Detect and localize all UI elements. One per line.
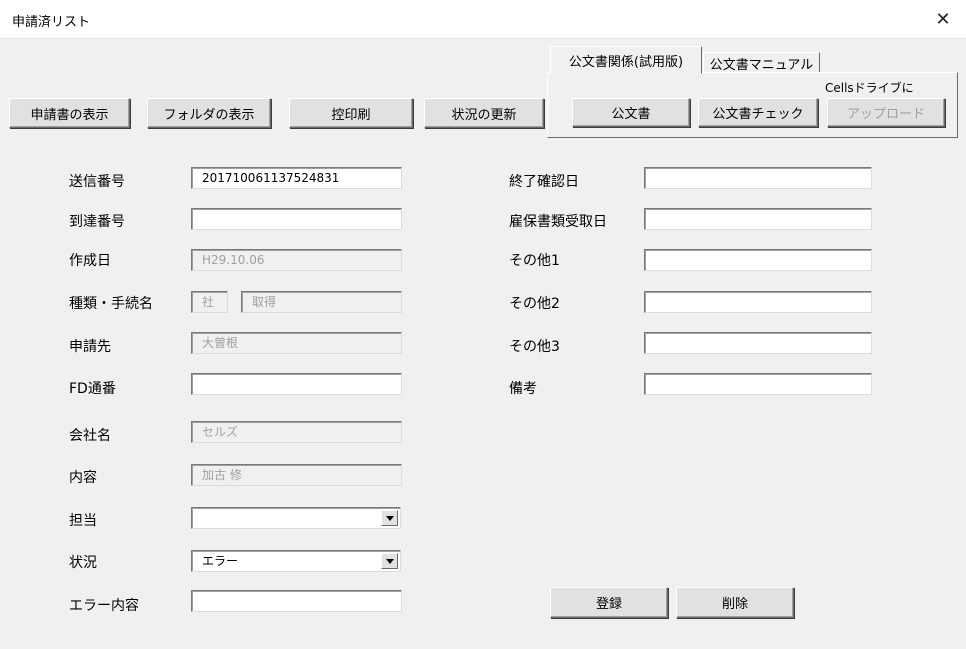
update-status-button[interactable]: 状況の更新 [424,98,544,128]
status-select[interactable]: エラー [191,550,401,572]
company-field: セルズ [191,421,402,443]
insurance-received-label: 雇保書類受取日 [509,214,607,230]
chevron-down-icon [385,558,394,564]
person-label: 担当 [69,513,97,529]
status-label: 状況 [69,555,97,571]
send-no-field[interactable]: 201710061137524831 [191,167,402,189]
register-button[interactable]: 登録 [550,587,668,618]
remarks-label: 備考 [509,381,537,397]
content-label: 内容 [69,470,97,486]
end-confirm-date-field[interactable] [644,167,872,189]
created-date-field: H29.10.06 [191,249,402,271]
content-field: 加古 修 [191,464,402,486]
print-copy-button[interactable]: 控印刷 [289,98,413,128]
upload-button[interactable]: アップロード [827,98,945,127]
type-procedure-label: 種類・手続名 [69,296,153,312]
other3-label: その他3 [509,339,560,355]
arrival-no-field[interactable] [191,208,402,230]
other3-field[interactable] [644,332,872,354]
other1-label: その他1 [509,253,560,269]
person-dropdown-button[interactable] [381,510,398,526]
company-label: 会社名 [69,428,111,444]
fd-no-field[interactable] [191,373,402,395]
doc-check-button[interactable]: 公文書チェック [698,98,818,127]
recipient-field: 大曽根 [191,332,402,354]
error-content-label: エラー内容 [69,598,139,614]
other2-field[interactable] [644,291,872,313]
show-folder-button[interactable]: フォルダの表示 [147,98,271,128]
error-content-field[interactable] [191,590,402,612]
remarks-field[interactable] [644,373,872,395]
status-dropdown-button[interactable] [381,553,398,569]
other1-field[interactable] [644,249,872,271]
tab-public-documents[interactable]: 公文書関係(試用版) [550,46,702,74]
upload-caption: Cellsドライブに [825,81,914,95]
send-no-label: 送信番号 [69,174,125,190]
public-doc-button[interactable]: 公文書 [572,98,690,127]
other2-label: その他2 [509,296,560,312]
close-button[interactable]: ✕ [920,0,966,38]
tab-public-doc-manual[interactable]: 公文書マニュアル [703,52,820,74]
window-title: 申請済リスト [12,15,91,30]
fd-no-label: FD通番 [69,381,116,397]
type-field: 社 [191,291,228,313]
status-select-value: エラー [202,554,239,568]
chevron-down-icon [385,515,394,521]
insurance-received-field[interactable] [644,208,872,230]
show-application-button[interactable]: 申請書の表示 [9,98,130,128]
procedure-field: 取得 [241,291,402,313]
arrival-no-label: 到達番号 [69,214,125,230]
delete-button[interactable]: 削除 [676,587,794,618]
end-confirm-date-label: 終了確認日 [509,174,579,190]
created-date-label: 作成日 [69,253,111,269]
recipient-label: 申請先 [69,339,111,355]
person-select[interactable] [191,507,401,529]
title-bar: 申請済リスト ✕ [0,0,966,39]
close-icon: ✕ [935,8,951,30]
